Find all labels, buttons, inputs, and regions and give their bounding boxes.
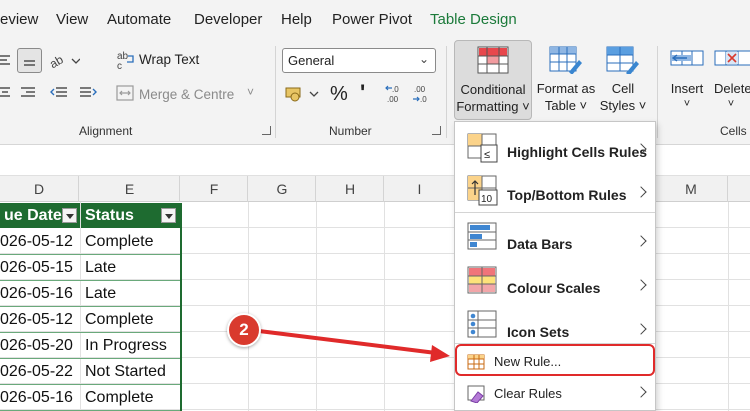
annotation-arrow <box>258 329 450 362</box>
step-number-badge: 2 <box>227 313 261 347</box>
